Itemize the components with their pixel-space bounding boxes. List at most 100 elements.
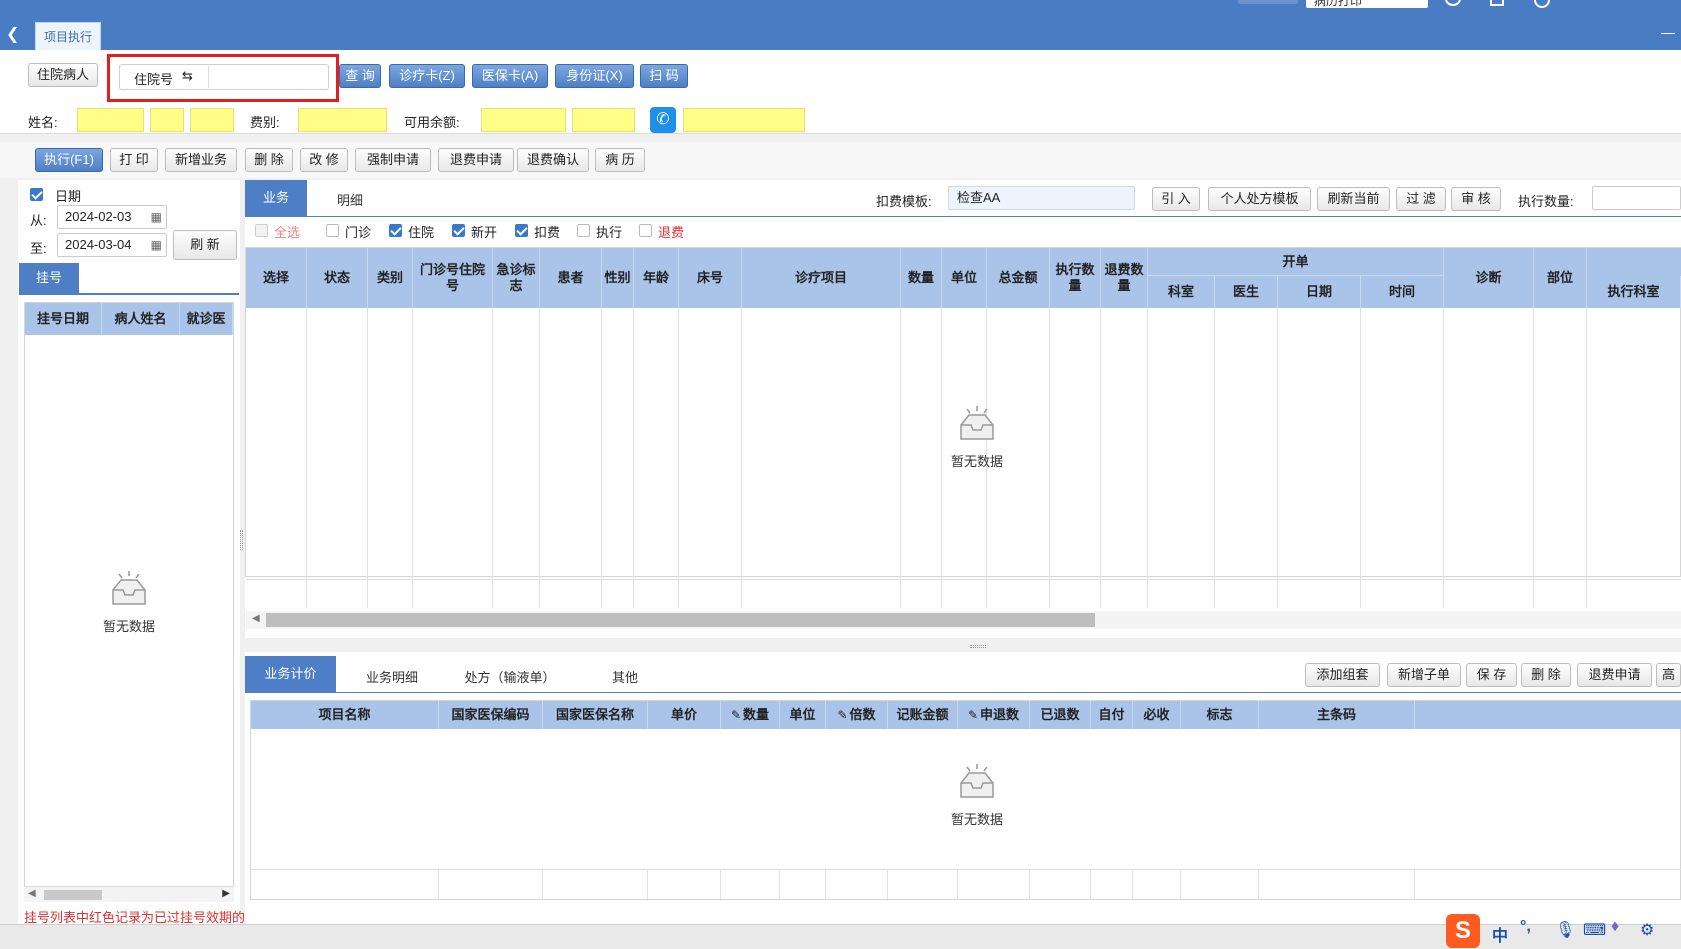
back-chevron-icon[interactable]: ❮ (6, 24, 19, 44)
ime-lang[interactable]: 中 (1492, 922, 1508, 946)
splitter-handle[interactable] (240, 530, 243, 550)
filter-label[interactable]: 退费 (658, 222, 684, 241)
refund-apply-button[interactable]: 退费申请 (438, 148, 514, 172)
filter-checkbox[interactable] (389, 224, 402, 237)
filter-label[interactable]: 扣费 (534, 222, 560, 241)
toolbox-icon[interactable]: ⚙ (1640, 920, 1654, 940)
filter-checkbox[interactable] (639, 224, 652, 237)
business-col-header[interactable]: 总金额 (987, 248, 1050, 308)
clinic-card-button[interactable]: 诊疗卡(Z) (389, 64, 465, 88)
ime-punct[interactable]: °, (1520, 918, 1531, 936)
col-register-date[interactable]: 挂号日期 (25, 303, 102, 335)
billing-col-header[interactable]: ✎ 数量 (721, 701, 780, 729)
business-col-header[interactable]: 患者 (540, 248, 602, 308)
personal-template-button[interactable]: 个人处方模板 (1208, 187, 1311, 211)
bell-icon[interactable] (1445, 0, 1461, 6)
id-search-input[interactable] (208, 66, 328, 88)
business-col-header[interactable]: 部位 (1534, 248, 1587, 308)
refresh-button[interactable]: 刷 新 (173, 230, 237, 260)
filter-label[interactable]: 全选 (274, 222, 300, 241)
scan-button[interactable]: 扫 码 (640, 64, 688, 88)
filter-label[interactable]: 住院 (408, 222, 434, 241)
ime-logo-icon[interactable]: S (1446, 914, 1480, 948)
inpatient-button[interactable]: 住院病人 (28, 63, 98, 87)
exec-qty-input[interactable] (1592, 186, 1681, 210)
date-checkbox[interactable] (30, 188, 43, 201)
query-button[interactable]: 查 询 (339, 64, 381, 88)
template-field[interactable]: 检查AA (948, 186, 1135, 210)
filter-label[interactable]: 门诊 (345, 222, 371, 241)
splitter-handle[interactable] (970, 645, 986, 648)
switch-icon[interactable]: ⇆ (182, 68, 193, 84)
col-patient-name[interactable]: 病人姓名 (102, 303, 180, 335)
business-col-header[interactable]: 执行科室 (1587, 276, 1681, 308)
business-col-header[interactable]: 状态 (307, 248, 368, 308)
billing-col-header[interactable]: ✎ 申退数 (958, 701, 1030, 729)
filter-checkbox[interactable] (515, 224, 528, 237)
business-col-header[interactable]: 性别 (602, 248, 634, 308)
business-col-header[interactable]: 选择 (246, 248, 307, 308)
filter-label[interactable]: 新开 (471, 222, 497, 241)
billing-col-header[interactable]: 国家医保名称 (543, 701, 648, 729)
business-subcol-header[interactable]: 科室 (1148, 276, 1215, 308)
refund-confirm-button[interactable]: 退费确认 (517, 148, 589, 172)
tab-business-detail[interactable]: 业务明细 (350, 667, 434, 686)
advanced-button[interactable]: 高 (1656, 663, 1681, 687)
skin-icon[interactable]: ♦ (1611, 918, 1619, 936)
tab-prescription[interactable]: 处方（输液单） (450, 667, 570, 686)
billing-col-header[interactable]: 国家医保编码 (439, 701, 543, 729)
billing-col-header[interactable]: 记账金额 (888, 701, 958, 729)
business-subcol-header[interactable]: 时间 (1361, 276, 1444, 308)
billing-col-header[interactable]: 标志 (1181, 701, 1259, 729)
insurance-card-button[interactable]: 医保卡(A) (472, 64, 548, 88)
left-scrollbar[interactable]: ◀ ▶ (24, 886, 234, 902)
business-col-header[interactable]: 退费数量 (1101, 248, 1148, 308)
window-icon[interactable] (1490, 0, 1504, 6)
save-button[interactable]: 保 存 (1466, 663, 1517, 687)
business-col-header[interactable]: 执行数量 (1050, 248, 1101, 308)
business-col-header[interactable]: 类别 (368, 248, 413, 308)
tab-detail[interactable]: 明细 (320, 190, 380, 209)
filter-checkbox[interactable] (577, 224, 590, 237)
tab-other[interactable]: 其他 (595, 667, 655, 686)
billing-col-header[interactable]: 项目名称 (251, 701, 439, 729)
business-col-header[interactable]: 急诊标志 (493, 248, 540, 308)
scroll-left-icon[interactable]: ◀ (28, 888, 36, 899)
billing-col-header[interactable]: 必收 (1133, 701, 1181, 729)
top-header-field[interactable]: 病历打印 (1306, 0, 1428, 8)
business-subcol-header[interactable]: 日期 (1278, 276, 1361, 308)
business-col-header[interactable]: 年龄 (634, 248, 679, 308)
business-col-header[interactable]: 床号 (679, 248, 742, 308)
user-icon[interactable] (1534, 0, 1550, 8)
billing-col-header[interactable]: 已退数 (1030, 701, 1091, 729)
tab-billing[interactable]: 业务计价 (245, 656, 336, 692)
delete-button[interactable]: 删 除 (245, 148, 293, 172)
main-scrollbar[interactable]: ◀ (246, 611, 1681, 629)
add-group-button[interactable]: 添加组套 (1305, 663, 1380, 687)
add-sub-order-button[interactable]: 新增子单 (1387, 663, 1461, 687)
medical-record-button[interactable]: 病 历 (595, 148, 645, 172)
business-col-header[interactable]: 门诊号住院号 (413, 248, 493, 308)
business-col-header[interactable]: 诊疗项目 (742, 248, 901, 308)
billing-col-header[interactable]: 主条码 (1259, 701, 1415, 729)
tab-register[interactable]: 挂号 (19, 263, 79, 293)
scroll-thumb[interactable] (44, 890, 102, 900)
filter-checkbox[interactable] (326, 224, 339, 237)
id-card-button[interactable]: 身份证(X) (555, 64, 634, 88)
keyboard-icon[interactable]: ⌨ (1583, 920, 1606, 940)
scroll-thumb[interactable] (266, 613, 1095, 627)
execute-button[interactable]: 执行(F1) (35, 148, 103, 172)
tab-project-execute[interactable]: 项目执行 (35, 22, 101, 50)
filter-checkbox[interactable] (255, 224, 268, 237)
minimize-icon[interactable]: — (1661, 24, 1675, 40)
filter-button[interactable]: 过 滤 (1396, 187, 1446, 211)
phone-icon[interactable]: ✆ (650, 107, 676, 133)
audit-button[interactable]: 审 核 (1451, 187, 1501, 211)
id-type-label[interactable]: 住院号 (134, 69, 173, 88)
scroll-right-icon[interactable]: ▶ (222, 888, 230, 899)
from-date-input[interactable]: 2024-02-03 ▦ (57, 205, 167, 229)
microphone-icon[interactable]: 🎙 (1555, 920, 1575, 940)
business-col-header[interactable]: 数量 (901, 248, 942, 308)
import-button[interactable]: 引 入 (1152, 187, 1200, 211)
business-subcol-header[interactable]: 医生 (1215, 276, 1278, 308)
